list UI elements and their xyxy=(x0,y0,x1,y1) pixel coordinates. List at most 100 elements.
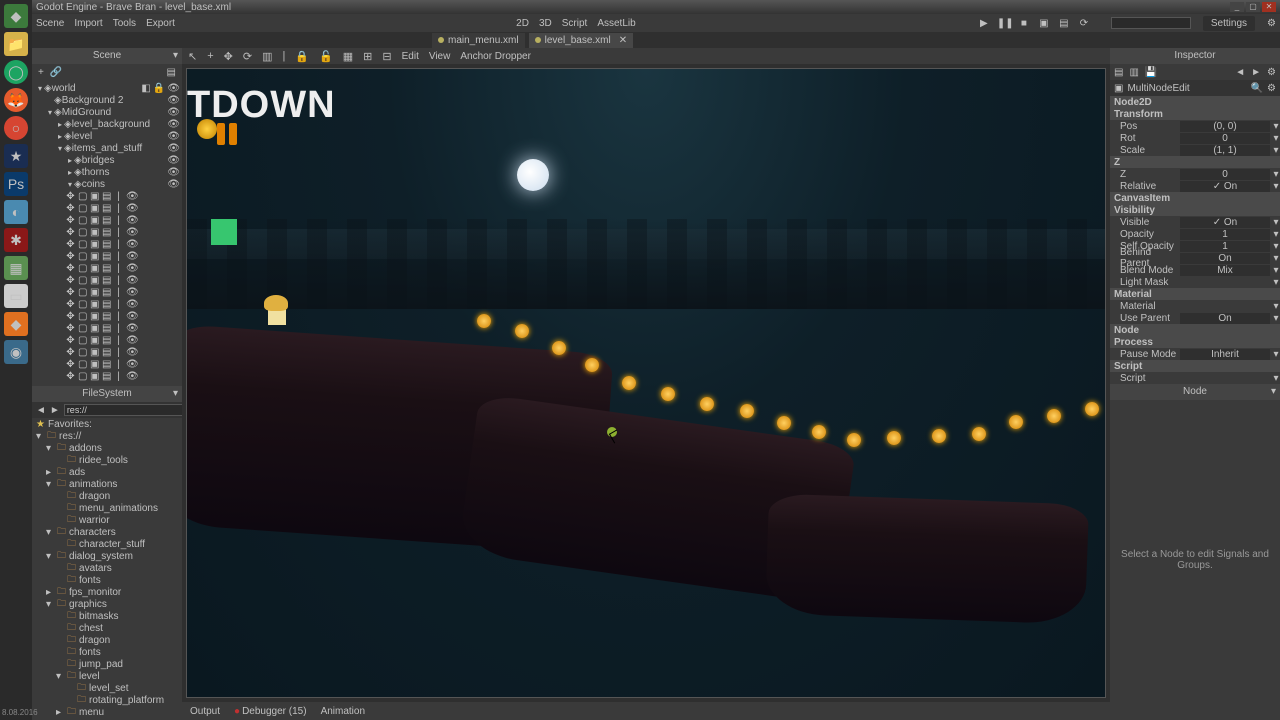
scene-tree[interactable]: ▾◈ world◧🔒👁◈ Background 2👁▾◈ MidGround👁▸… xyxy=(32,80,182,386)
inspector-section[interactable]: Z xyxy=(1110,156,1280,168)
fs-node[interactable]: ▸🗀menu xyxy=(32,706,182,718)
coin-sprite[interactable] xyxy=(622,376,636,390)
fs-node[interactable]: ▾🗀level xyxy=(32,670,182,682)
coin-sprite[interactable] xyxy=(847,433,861,447)
fs-node[interactable]: ▸🗀ads xyxy=(32,466,182,478)
coin-sprite[interactable] xyxy=(1085,402,1099,416)
inspector-section[interactable]: Script xyxy=(1110,360,1280,372)
coin-sprite[interactable] xyxy=(515,324,529,338)
inspector-property[interactable]: Behind ParentOn▾ xyxy=(1110,252,1280,264)
tree-node[interactable]: ✥▢▣▤|👁 xyxy=(66,202,182,214)
fs-node[interactable]: 🗀avatars xyxy=(32,562,182,574)
taskbar-icon[interactable]: Ps xyxy=(4,172,28,196)
resource-load-icon[interactable]: ▥ xyxy=(1129,67,1138,78)
minimize-button[interactable]: _ xyxy=(1230,2,1244,12)
tree-node[interactable]: ✥▢▣▤|👁 xyxy=(66,370,182,382)
taskbar-icon[interactable]: ◆ xyxy=(4,4,28,28)
inspector-property[interactable]: Pos(0, 0)▾ xyxy=(1110,120,1280,132)
mode-script[interactable]: Script xyxy=(562,18,588,29)
taskbar-icon[interactable]: ▭ xyxy=(4,284,28,308)
tree-node[interactable]: ▾◈ MidGround👁 xyxy=(32,106,182,118)
fs-node[interactable]: 🗀character_stuff xyxy=(32,538,182,550)
mode-assetlib[interactable]: AssetLib xyxy=(597,18,635,29)
fs-node[interactable]: ▾🗀graphics xyxy=(32,598,182,610)
snap-icon[interactable]: ⊞ xyxy=(363,50,372,63)
menu-export[interactable]: Export xyxy=(146,18,175,29)
coin-sprite[interactable] xyxy=(700,397,714,411)
tree-node[interactable]: ▸◈ bridges👁 xyxy=(32,154,182,166)
resource-new-icon[interactable]: ▤ xyxy=(1114,67,1123,78)
taskbar-icon[interactable]: ○ xyxy=(4,116,28,140)
rotate-tool-icon[interactable]: ⟳ xyxy=(243,50,252,63)
tree-node[interactable]: ▸◈ level👁 xyxy=(32,130,182,142)
inspector-property[interactable]: Rot0▾ xyxy=(1110,132,1280,144)
coin-sprite[interactable] xyxy=(585,358,599,372)
taskbar-icon[interactable]: ▦ xyxy=(4,256,28,280)
inspector-property[interactable]: Pause ModeInherit▾ xyxy=(1110,348,1280,360)
path-input[interactable] xyxy=(64,404,187,416)
inspector-property[interactable]: Use ParentOn▾ xyxy=(1110,312,1280,324)
history-gear-icon[interactable]: ⚙ xyxy=(1267,67,1276,78)
coin-sprite[interactable] xyxy=(972,427,986,441)
coin-sprite[interactable] xyxy=(552,341,566,355)
taskbar-icon[interactable]: ✱ xyxy=(4,228,28,252)
tree-node[interactable]: ▾◈ coins👁 xyxy=(32,178,182,190)
nav-fwd-icon[interactable]: ► xyxy=(50,405,60,416)
maximize-button[interactable]: ▢ xyxy=(1246,2,1260,12)
mode-3d[interactable]: 3D xyxy=(539,18,552,29)
fs-node[interactable]: 🗀level_set xyxy=(32,682,182,694)
coin-sprite[interactable] xyxy=(740,404,754,418)
tree-node[interactable]: ▾◈ items_and_stuff👁 xyxy=(32,142,182,154)
taskbar-icon[interactable]: ★ xyxy=(4,144,28,168)
inspector-property[interactable]: Scale(1, 1)▾ xyxy=(1110,144,1280,156)
fs-node[interactable]: 🗀menu_animations xyxy=(32,502,182,514)
coin-sprite[interactable] xyxy=(1047,409,1061,423)
add-node-icon[interactable]: + xyxy=(38,67,44,78)
grid-icon[interactable]: ⊟ xyxy=(382,50,391,63)
link-icon[interactable]: 🔗 xyxy=(50,67,62,78)
tree-node[interactable]: ✥▢▣▤|👁 xyxy=(66,358,182,370)
menu-tools[interactable]: Tools xyxy=(113,18,136,29)
nav-back-icon[interactable]: ◄ xyxy=(36,405,46,416)
fs-node[interactable]: ▾🗀characters xyxy=(32,526,182,538)
tree-node[interactable]: ✥▢▣▤|👁 xyxy=(66,310,182,322)
tree-node[interactable]: ▸◈ thorns👁 xyxy=(32,166,182,178)
tree-node[interactable]: ✥▢▣▤|👁 xyxy=(66,190,182,202)
group-icon[interactable]: ▦ xyxy=(343,50,353,63)
tree-node[interactable]: ✥▢▣▤|👁 xyxy=(66,250,182,262)
fs-node[interactable]: 🗀fonts xyxy=(32,646,182,658)
debugger-tab[interactable]: ●Debugger (15) xyxy=(234,706,307,717)
tree-node[interactable]: ✥▢▣▤|👁 xyxy=(66,214,182,226)
coin-sprite[interactable] xyxy=(1009,415,1023,429)
taskbar-icon[interactable]: 🦊 xyxy=(4,88,28,112)
taskbar-icon[interactable]: ◉ xyxy=(4,340,28,364)
resource-save-icon[interactable]: 💾 xyxy=(1145,67,1157,78)
search-props-icon[interactable]: 🔍 xyxy=(1251,83,1263,94)
inspector-property[interactable]: VisibleOn▾ xyxy=(1110,216,1280,228)
fs-node[interactable]: 🗀ridee_tools xyxy=(32,454,182,466)
script-icon[interactable]: ▤ xyxy=(167,67,176,78)
fs-node[interactable]: 🗀bitmasks xyxy=(32,610,182,622)
play-scene-button[interactable]: ▣ xyxy=(1037,18,1051,29)
taskbar-icon[interactable]: ◆ xyxy=(4,312,28,336)
inspector-property[interactable]: Light Mask▾ xyxy=(1110,276,1280,288)
close-button[interactable]: ✕ xyxy=(1262,2,1276,12)
settings-button[interactable]: Settings xyxy=(1203,16,1255,31)
anchor-dropper[interactable]: Anchor Dropper xyxy=(460,51,531,62)
coin-sprite[interactable] xyxy=(661,387,675,401)
inspector-property[interactable]: Material▾ xyxy=(1110,300,1280,312)
fs-node[interactable]: 🗀jump_pad xyxy=(32,658,182,670)
doc-tab[interactable]: level_base.xml ✕ xyxy=(529,33,634,48)
inspector-section[interactable]: Transform xyxy=(1110,108,1280,120)
props-gear-icon[interactable]: ⚙ xyxy=(1267,83,1276,94)
inspector-property[interactable]: Script▾ xyxy=(1110,372,1280,384)
debug-button[interactable]: ⟳ xyxy=(1077,18,1091,29)
fs-node[interactable]: 🗀rotating_platform xyxy=(32,694,182,706)
taskbar-icon[interactable]: ◐ xyxy=(4,200,28,224)
fs-node[interactable]: ▾🗀animations xyxy=(32,478,182,490)
tree-node[interactable]: ✥▢▣▤|👁 xyxy=(66,286,182,298)
move-tool-icon[interactable]: ✥ xyxy=(224,50,233,63)
fs-node[interactable]: ▸🗀fps_monitor xyxy=(32,586,182,598)
animation-tab[interactable]: Animation xyxy=(321,706,365,717)
inspector-section[interactable]: Process xyxy=(1110,336,1280,348)
